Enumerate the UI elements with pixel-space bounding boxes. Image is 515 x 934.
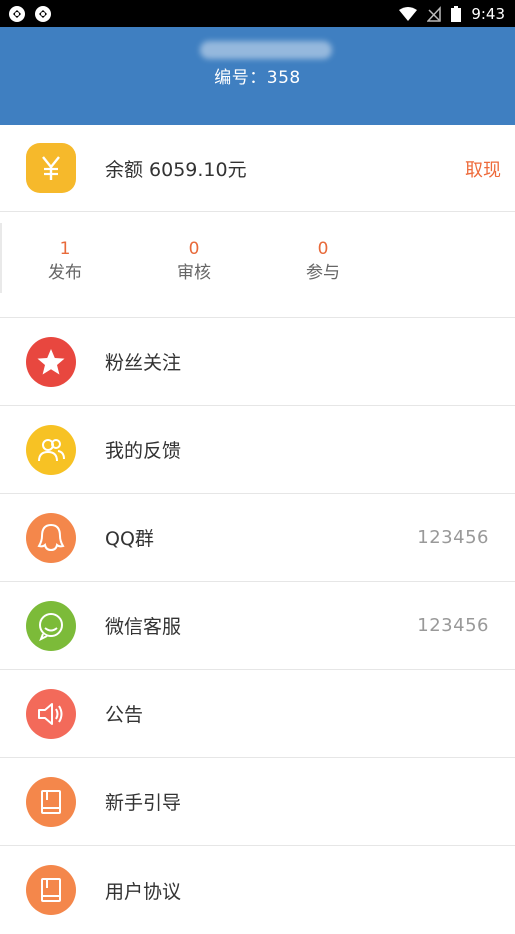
menu-list: 粉丝关注 我的反馈 QQ群 123456 微信客服 123456 公告 新手引导… [0, 318, 515, 934]
menu-item-announcement[interactable]: 公告 [0, 670, 515, 758]
menu-label: 公告 [105, 704, 144, 726]
wechat-icon [26, 600, 76, 651]
user-id: 编号：358 [214, 68, 301, 88]
menu-label: 我的反馈 [105, 440, 182, 462]
battery-icon [451, 5, 462, 22]
stat-label: 发布 [48, 263, 82, 283]
menu-item-user-agreement[interactable]: 用户协议 [0, 846, 515, 934]
qq-icon [26, 512, 76, 563]
speaker-icon [26, 688, 76, 739]
menu-item-beginner-guide[interactable]: 新手引导 [0, 758, 515, 846]
wechat-service-number: 123456 [417, 615, 489, 636]
status-left [8, 5, 52, 23]
no-signal-icon [427, 5, 442, 22]
menu-item-feedback[interactable]: 我的反馈 [0, 406, 515, 494]
balance-row[interactable]: 余额 6059.10元 取现 [0, 125, 515, 212]
stat-label: 参与 [306, 263, 340, 283]
book-icon [26, 865, 76, 915]
withdraw-button[interactable]: 取现 [465, 156, 501, 182]
profile-header: 编号：358 [0, 27, 515, 125]
stat-value: 0 [317, 239, 329, 259]
blurred-username [200, 41, 332, 59]
stat-label: 审核 [177, 263, 211, 283]
menu-item-fans[interactable]: 粉丝关注 [0, 318, 515, 406]
stat-published[interactable]: 1 发布 [25, 238, 105, 286]
book-icon [26, 776, 76, 827]
users-icon [26, 424, 76, 475]
menu-label: QQ群 [105, 528, 154, 550]
menu-label: 用户协议 [105, 880, 182, 903]
divider [0, 223, 2, 293]
qq-group-number: 123456 [417, 527, 489, 548]
yuan-icon [26, 143, 76, 193]
menu-label: 微信客服 [105, 616, 182, 638]
app-icon [9, 5, 25, 22]
wifi-icon [399, 6, 418, 21]
stat-value: 0 [188, 239, 200, 259]
stat-value: 1 [59, 239, 71, 259]
status-time: 9:43 [471, 4, 505, 23]
stat-reviewing[interactable]: 0 审核 [154, 238, 234, 286]
star-icon [26, 336, 76, 387]
menu-label: 新手引导 [105, 792, 182, 814]
stats-row: 1 发布 0 审核 0 参与 [0, 212, 515, 318]
app-icon [35, 5, 51, 22]
menu-label: 粉丝关注 [105, 352, 182, 374]
balance-text: 余额 6059.10元 [105, 158, 247, 181]
menu-item-wechat-service[interactable]: 微信客服 123456 [0, 582, 515, 670]
status-right: 9:43 [399, 5, 505, 23]
status-bar: 9:43 [0, 0, 515, 27]
stat-participated[interactable]: 0 参与 [283, 238, 363, 286]
menu-item-qq-group[interactable]: QQ群 123456 [0, 494, 515, 582]
